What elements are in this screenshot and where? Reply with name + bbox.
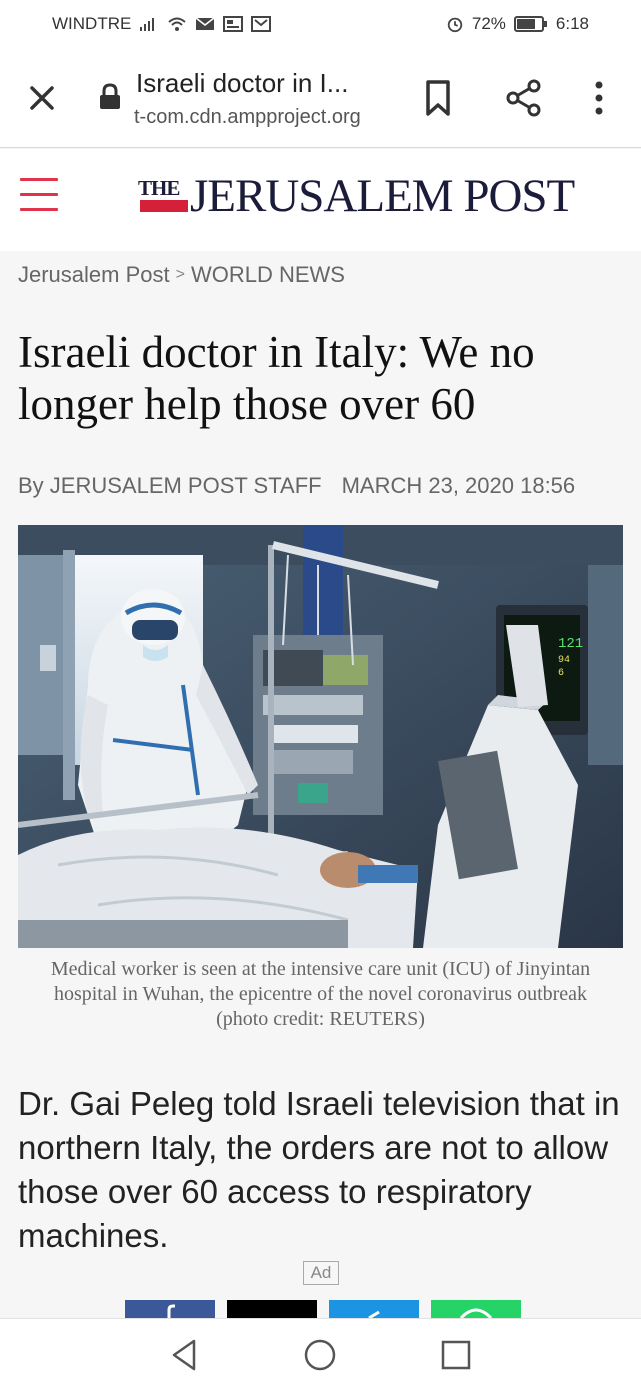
page-title[interactable]: Israeli doctor in I... bbox=[136, 68, 348, 99]
article-lead-paragraph: Dr. Gai Peleg told Israeli television th… bbox=[18, 1085, 620, 1254]
caption-text: Medical worker is seen at the intensive … bbox=[50, 958, 591, 1005]
photo-caption: Medical worker is seen at the intensive … bbox=[30, 957, 611, 1032]
photo-credit: (photo credit: REUTERS) bbox=[216, 1008, 425, 1030]
site-logo[interactable]: THE JERUSALEM POST bbox=[138, 168, 575, 224]
logo-the: THE bbox=[138, 168, 190, 224]
monitor-readout-1: 121 bbox=[558, 636, 583, 652]
hamburger-menu-icon[interactable] bbox=[20, 178, 58, 212]
share-icon[interactable] bbox=[504, 78, 544, 118]
carrier-label: WINDTRE bbox=[52, 14, 132, 33]
breadcrumb: Jerusalem Post > WORLD NEWS bbox=[18, 262, 345, 288]
back-icon[interactable] bbox=[166, 1337, 202, 1373]
lock-icon bbox=[100, 83, 120, 109]
alarm-icon bbox=[447, 17, 463, 33]
breadcrumb-home[interactable]: Jerusalem Post bbox=[18, 262, 170, 288]
byline: By JERUSALEM POST STAFF MARCH 23, 2020 1… bbox=[18, 473, 575, 499]
browser-toolbar: Israeli doctor in I... t-com.cdn.ampproj… bbox=[0, 48, 641, 148]
more-vert-icon[interactable] bbox=[584, 78, 614, 118]
telegram-share-button[interactable] bbox=[329, 1300, 419, 1318]
logo-wordmark: JERUSALEM POST bbox=[190, 170, 575, 222]
gmail-icon bbox=[251, 16, 272, 32]
bookmark-icon[interactable] bbox=[420, 78, 456, 118]
home-icon[interactable] bbox=[302, 1337, 338, 1373]
wifi-icon bbox=[168, 17, 186, 31]
article-author[interactable]: By JERUSALEM POST STAFF bbox=[18, 473, 322, 499]
article-date: MARCH 23, 2020 18:56 bbox=[341, 473, 576, 498]
whatsapp-share-button[interactable] bbox=[431, 1300, 521, 1318]
logo-red-bar bbox=[140, 200, 188, 212]
url-host[interactable]: t-com.cdn.ampproject.org bbox=[134, 106, 361, 129]
close-icon[interactable] bbox=[24, 80, 60, 116]
article-photo[interactable]: 121 94 6 bbox=[18, 525, 623, 948]
facebook-share-button[interactable] bbox=[125, 1300, 215, 1318]
mail-icon bbox=[195, 17, 215, 30]
news-icon bbox=[223, 16, 244, 32]
status-bar: WINDTRE 72% 6:18 bbox=[0, 0, 641, 48]
whatsapp-icon bbox=[459, 1308, 493, 1318]
telegram-icon bbox=[368, 1310, 380, 1318]
logo-the-text: THE bbox=[138, 176, 180, 200]
recents-icon[interactable] bbox=[438, 1337, 474, 1373]
battery-icon bbox=[513, 16, 547, 32]
share-buttons bbox=[0, 1300, 641, 1318]
article-headline: Israeli doctor in Italy: We no longer he… bbox=[18, 327, 535, 429]
icu-photo-illustration: 121 94 6 bbox=[18, 525, 623, 948]
ad-label: Ad bbox=[303, 1261, 339, 1285]
status-left: WINDTRE bbox=[52, 14, 272, 34]
signal-icon bbox=[140, 18, 155, 31]
facebook-icon bbox=[167, 1304, 175, 1318]
monitor-readout-3: 6 bbox=[558, 668, 564, 679]
clock: 6:18 bbox=[555, 14, 589, 33]
monitor-readout-2: 94 bbox=[558, 655, 570, 666]
breadcrumb-section[interactable]: WORLD NEWS bbox=[191, 262, 345, 288]
system-nav-bar bbox=[0, 1318, 641, 1389]
battery-percent: 72% bbox=[471, 14, 506, 33]
x-share-button[interactable] bbox=[227, 1300, 317, 1318]
status-right: 72% 6:18 bbox=[446, 14, 589, 34]
breadcrumb-separator: > bbox=[175, 266, 185, 283]
